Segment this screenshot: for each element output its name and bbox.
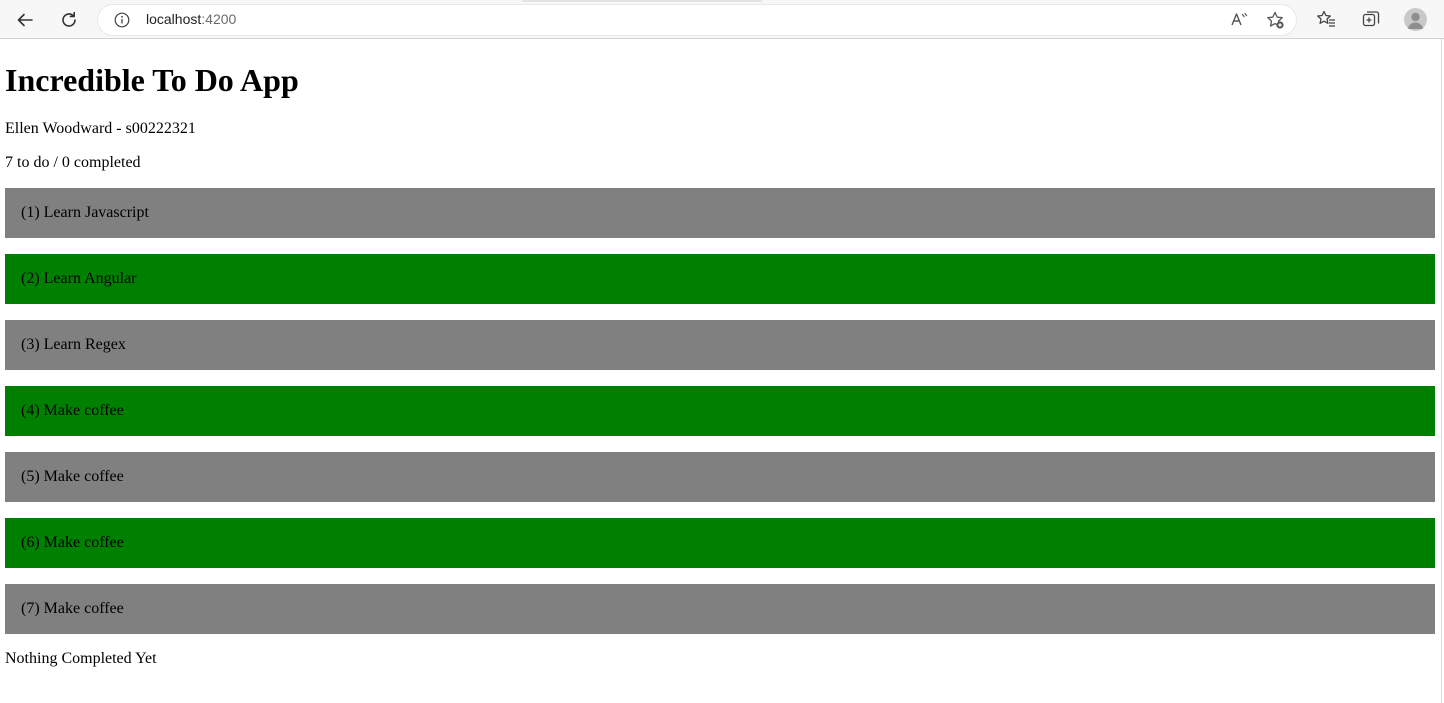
tab-strip-edge: [522, 0, 762, 2]
read-aloud-icon[interactable]: [1229, 10, 1249, 30]
refresh-icon: [59, 10, 79, 30]
url-text[interactable]: localhost:4200: [146, 11, 236, 27]
todo-count-label: to do: [17, 154, 50, 171]
todo-item[interactable]: (1) Learn Javascript: [5, 188, 1435, 238]
page-scroll-edge: [1441, 39, 1442, 703]
completed-count-label: completed: [73, 154, 141, 171]
completed-message: Nothing Completed Yet: [5, 650, 157, 667]
todo-item[interactable]: (6) Make coffee: [5, 518, 1435, 568]
counter-separator: /: [53, 154, 58, 171]
url-port: :4200: [201, 11, 237, 27]
browser-toolbar: localhost:4200: [0, 0, 1444, 39]
todo-list: (1) Learn Javascript (2) Learn Angular (…: [5, 188, 1435, 650]
url-host: localhost: [146, 11, 202, 27]
todo-item[interactable]: (2) Learn Angular: [5, 254, 1435, 304]
info-icon[interactable]: [114, 12, 130, 28]
todo-counter: 7 to do / 0 completed: [5, 153, 141, 173]
todo-item[interactable]: (7) Make coffee: [5, 584, 1435, 634]
collections-icon[interactable]: [1359, 7, 1383, 31]
refresh-button[interactable]: [54, 5, 84, 35]
page-title: Incredible To Do App: [5, 62, 299, 98]
completed-count: 0: [61, 154, 70, 171]
todo-item[interactable]: (4) Make coffee: [5, 386, 1435, 436]
back-button[interactable]: [10, 5, 40, 35]
profile-avatar-icon[interactable]: [1404, 8, 1427, 31]
address-bar[interactable]: localhost:4200: [97, 4, 1297, 36]
todo-item[interactable]: (3) Learn Regex: [5, 320, 1435, 370]
todo-count: 7: [5, 154, 13, 171]
favorites-icon[interactable]: [1314, 7, 1338, 31]
add-favorite-icon[interactable]: [1265, 10, 1285, 30]
todo-item[interactable]: (5) Make coffee: [5, 452, 1435, 502]
back-arrow-icon: [15, 10, 35, 30]
student-name: Ellen Woodward - s00222321: [5, 120, 196, 137]
